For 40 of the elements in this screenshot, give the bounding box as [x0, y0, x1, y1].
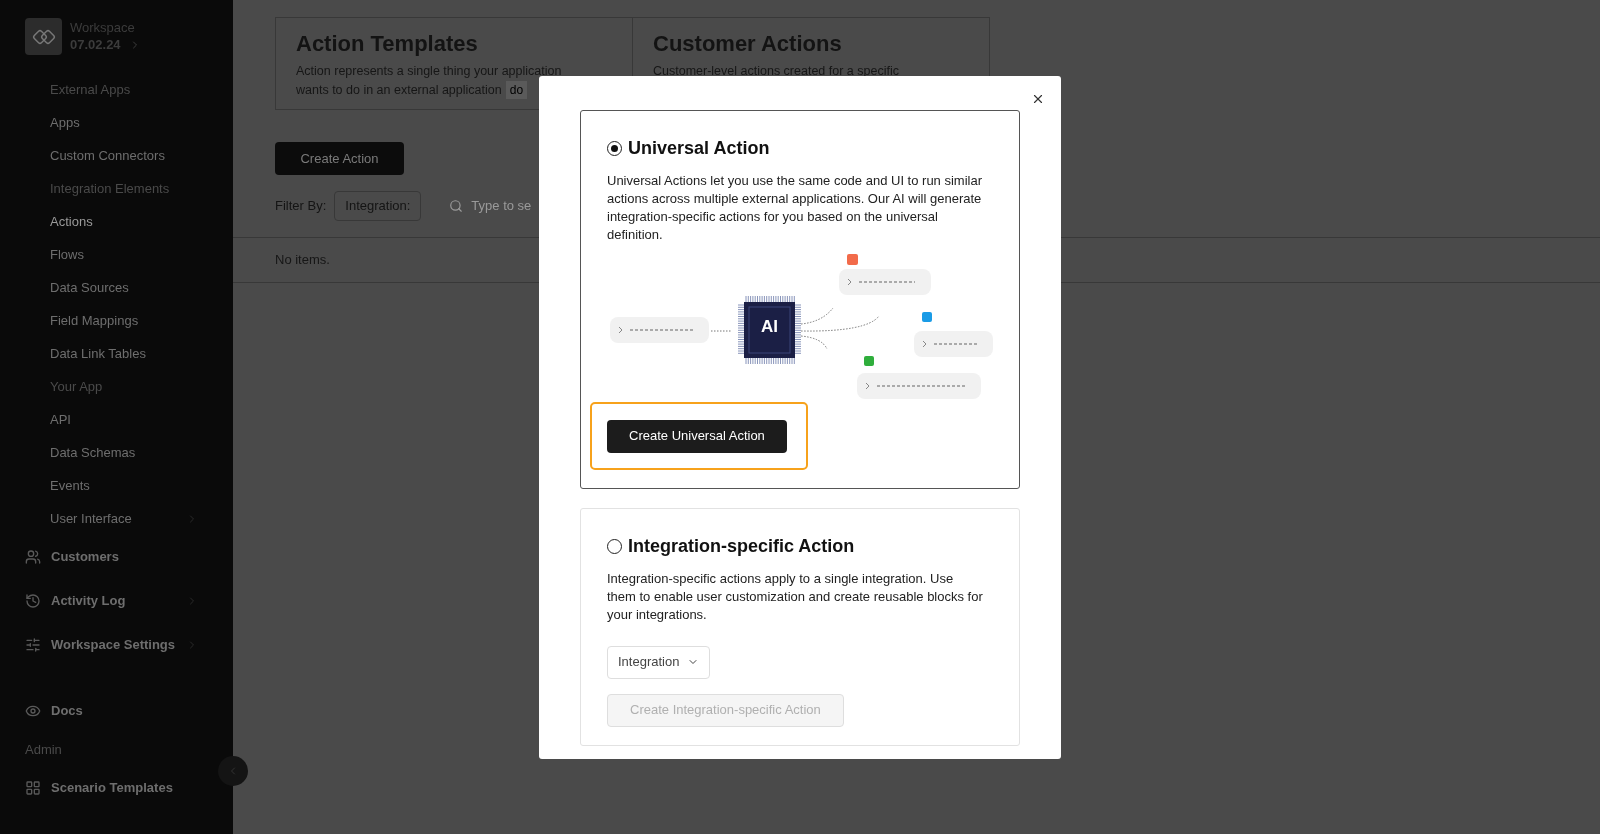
option-title: Integration-specific Action: [628, 534, 855, 558]
option-card[interactable]: [580, 109, 1020, 489]
nav-item[interactable]: User Interface: [25, 502, 198, 535]
nav-item[interactable]: Apps: [25, 106, 198, 139]
card-title: Action Templates: [296, 30, 479, 58]
users-icon: [25, 549, 41, 565]
grid-icon: [25, 780, 41, 796]
nav-section[interactable]: Docs: [25, 689, 198, 733]
nav-item[interactable]: Actions: [25, 205, 198, 238]
option-title: Universal Action: [628, 136, 770, 160]
nav-item[interactable]: API: [25, 403, 198, 436]
section-heading: Your App: [49, 377, 104, 396]
section-heading: Integration Elements: [49, 179, 171, 198]
create-action-button[interactable]: Create Action: [275, 142, 404, 175]
nav-item[interactable]: Data Link Tables: [25, 337, 198, 370]
nav-item[interactable]: Data Sources: [25, 271, 198, 304]
card-title: Customer Actions: [653, 30, 843, 58]
chip-label: AI: [760, 315, 779, 338]
option-description: Universal Actions let you use the same code and UI to run similar actions across multiple external applications. Our AI will generate integration-specific actions for you based on the universal definition.: [607, 171, 983, 244]
option-description: Integration-specific actions apply to a single integration. Use them to enable user customization and create reusable blocks for your integrations.: [607, 569, 984, 624]
sliders-icon: [25, 637, 41, 653]
docs-tag[interactable]: do: [505, 81, 528, 100]
logo-icon: [31, 28, 56, 45]
integration-select[interactable]: Integration: [607, 645, 711, 679]
nav-section[interactable]: Workspace Settings: [25, 623, 198, 667]
search-icon: [449, 199, 464, 213]
nav-item[interactable]: Flows: [25, 238, 198, 271]
nav-item[interactable]: Events: [25, 469, 198, 502]
search-field[interactable]: Type to se: [441, 191, 540, 221]
section-heading: Admin: [25, 740, 63, 759]
history-icon: [25, 593, 41, 609]
create-button[interactable]: Create Universal Action: [607, 419, 787, 453]
nav-section[interactable]: Scenario Templates: [25, 766, 198, 810]
nav-item[interactable]: Data Schemas: [25, 436, 198, 469]
eye-icon: [25, 703, 41, 719]
nav-section[interactable]: Customers: [25, 535, 198, 579]
nav-section[interactable]: Activity Log: [25, 579, 198, 623]
nav-item[interactable]: Custom Connectors: [25, 139, 198, 172]
nav-item[interactable]: Field Mappings: [25, 304, 198, 337]
section-heading: External Apps: [49, 80, 132, 99]
